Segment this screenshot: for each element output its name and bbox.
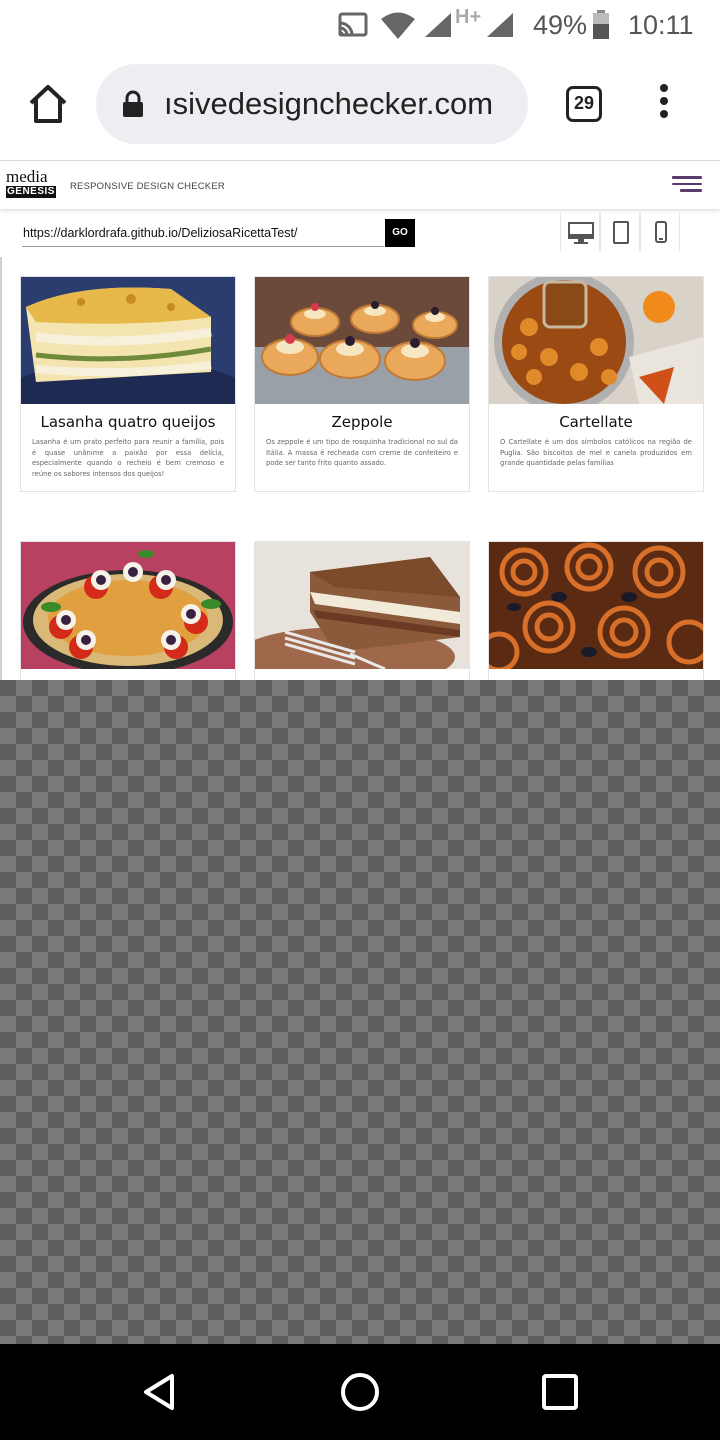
site-header: media GENESIS RESPONSIVE DESIGN CHECKER	[0, 161, 720, 209]
caprese-pizza-image	[21, 542, 235, 669]
recipe-title: Lasanha quatro queijos	[40, 413, 216, 431]
lasagna-image	[21, 277, 235, 404]
webview: media GENESIS RESPONSIVE DESIGN CHECKER …	[0, 160, 720, 680]
network-type-label: H+	[455, 6, 482, 28]
status-bar: H+ 49% 10:11	[0, 0, 720, 52]
overflow-menu-icon[interactable]	[654, 84, 674, 124]
recipe-card[interactable]	[488, 541, 704, 680]
address-bar[interactable]: ısivedesigncheck​er.com	[96, 64, 528, 144]
home-icon[interactable]	[26, 82, 70, 126]
preview-frame: Lasanha quatro queijos Lasanha é um prat…	[0, 257, 720, 680]
recipe-card[interactable]	[254, 541, 470, 680]
empty-transparent-area	[0, 680, 720, 1344]
back-icon[interactable]	[138, 1370, 182, 1414]
cartellate-image	[489, 277, 703, 404]
recipe-title: Zeppole	[331, 413, 393, 431]
recipe-description: Os zeppole é um tipo de rosquinha tradic…	[266, 438, 458, 468]
battery-icon	[593, 10, 609, 39]
browser-toolbar: ısivedesigncheck​er.com 29	[0, 52, 720, 160]
tiramisu-image	[255, 542, 469, 669]
signal-h-plus-icon	[487, 13, 513, 37]
site-title: RESPONSIVE DESIGN CHECKER	[70, 181, 225, 192]
media-genesis-logo[interactable]: media GENESIS	[6, 167, 56, 201]
recipe-card[interactable]	[20, 541, 236, 680]
phone-view-button[interactable]	[640, 213, 680, 251]
test-url-input[interactable]: https://darklordrafa.github.io/Deliziosa…	[22, 219, 384, 247]
home-circle-icon[interactable]	[338, 1370, 382, 1414]
recipe-card[interactable]: Lasanha quatro queijos Lasanha é um prat…	[20, 276, 236, 492]
tablet-icon	[613, 221, 629, 244]
desktop-icon	[568, 222, 594, 244]
url-text[interactable]: ısivedesigncheck​er.com	[164, 64, 493, 144]
tablet-view-button[interactable]	[600, 213, 640, 251]
desktop-view-button[interactable]	[560, 213, 600, 251]
logo-line1: media	[6, 167, 48, 186]
battery-percent: 49%	[533, 9, 588, 40]
phone-icon	[655, 221, 667, 243]
system-nav-bar	[0, 1344, 720, 1440]
recipe-card[interactable]: Cartellate O Cartellate é um dos símbolo…	[488, 276, 704, 492]
recipe-card[interactable]: Zeppole Os zeppole é um tipo de rosquinh…	[254, 276, 470, 492]
recipe-description: Lasanha é um prato perfeito para reunir …	[32, 438, 224, 478]
wifi-icon	[381, 12, 415, 39]
fried-pastries-image	[489, 542, 703, 669]
test-url-row: https://darklordrafa.github.io/Deliziosa…	[0, 209, 720, 257]
recipe-description: O Cartellate é um dos símbolos católicos…	[500, 438, 692, 468]
cast-icon	[338, 12, 368, 37]
logo-line2: GENESIS	[6, 186, 56, 198]
zeppole-image	[255, 277, 469, 404]
recipe-title: Cartellate	[559, 413, 633, 431]
clock: 10:11	[628, 9, 694, 40]
lock-icon	[123, 90, 143, 117]
hamburger-menu-icon[interactable]	[672, 176, 702, 194]
signal-icon	[425, 13, 451, 37]
tab-switcher-button[interactable]: 29	[566, 86, 602, 122]
recents-icon[interactable]	[538, 1370, 582, 1414]
go-button[interactable]: GO	[385, 219, 415, 247]
